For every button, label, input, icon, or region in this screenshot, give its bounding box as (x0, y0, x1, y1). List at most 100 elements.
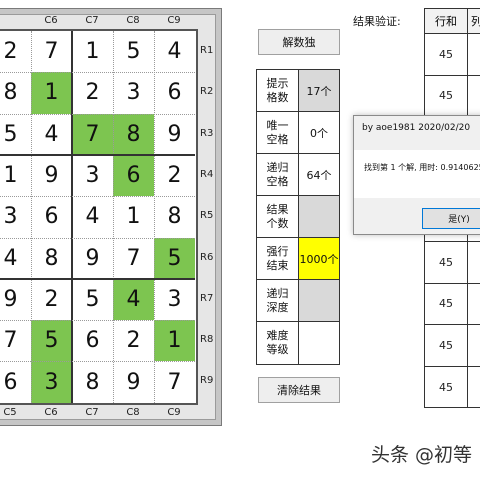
info-value[interactable]: 64个 (299, 154, 339, 195)
row-sum-cell[interactable]: 45 (425, 283, 468, 325)
sudoku-cell[interactable]: 9 (113, 361, 154, 402)
sudoku-cell[interactable]: 1 (154, 320, 195, 362)
clear-results-button[interactable]: 清除结果 (258, 377, 340, 403)
dialog-yes-button[interactable]: 是(Y) (422, 208, 480, 229)
info-value[interactable] (299, 196, 339, 237)
sudoku-cell[interactable]: 4 (0, 238, 31, 279)
row-sum-header: 行和 (425, 9, 468, 33)
sudoku-cell[interactable]: 1 (0, 155, 31, 196)
sudoku-cell[interactable]: 8 (154, 196, 195, 237)
column-label: C7 (85, 15, 99, 26)
column-sum-cell[interactable] (468, 242, 480, 283)
info-label: 递归深度 (257, 280, 299, 321)
sudoku-cell[interactable]: 2 (72, 72, 113, 113)
info-value[interactable] (299, 322, 339, 364)
grid-horizontal-line (0, 113, 195, 115)
watermark-text: 头条 @初等 (371, 444, 473, 466)
sudoku-cell[interactable]: 9 (154, 114, 195, 155)
column-sum-cell[interactable] (468, 325, 480, 366)
sudoku-cell[interactable]: 2 (0, 31, 31, 72)
verify-row: 45 (425, 325, 480, 367)
row-sum-cell[interactable]: 45 (425, 325, 468, 366)
column-label: C7 (85, 407, 99, 418)
sudoku-cell[interactable]: 7 (113, 238, 154, 279)
sudoku-cell[interactable]: 9 (72, 238, 113, 279)
verify-row: 45 (425, 241, 480, 284)
sudoku-cell[interactable]: 8 (0, 72, 31, 113)
column-label: C8 (126, 407, 140, 418)
sudoku-cell[interactable]: 4 (154, 31, 195, 72)
sudoku-cell[interactable]: 5 (31, 320, 72, 362)
sudoku-cell[interactable]: 4 (113, 278, 154, 321)
column-label: C5 (3, 407, 17, 418)
sudoku-cell[interactable]: 6 (0, 361, 31, 402)
sudoku-cell[interactable]: 1 (72, 31, 113, 72)
solve-sudoku-button[interactable]: 解数独 (258, 29, 340, 55)
verify-row: 45 (425, 366, 480, 409)
sudoku-cell[interactable]: 6 (31, 196, 72, 237)
info-value[interactable]: 1000个 (299, 238, 339, 279)
sudoku-cell[interactable]: 6 (72, 320, 113, 361)
grid-vertical-line (31, 31, 32, 403)
row-label: R9 (200, 375, 214, 387)
column-sum-cell[interactable] (468, 367, 480, 408)
sudoku-cell[interactable]: 5 (0, 114, 31, 155)
sudoku-cell[interactable]: 7 (31, 31, 72, 72)
dialog-body: 找到第 1 个解, 用时: 0.9140625 (354, 150, 480, 198)
info-label: 强行结束 (257, 238, 299, 279)
dialog-title: by aoe1981 2020/02/20 (362, 123, 471, 133)
sudoku-cell[interactable]: 2 (31, 279, 72, 320)
sudoku-cell[interactable]: 7 (72, 113, 113, 155)
sudoku-cell[interactable]: 3 (72, 155, 113, 196)
info-value[interactable] (299, 280, 339, 321)
row-sum-cell[interactable]: 45 (425, 241, 468, 283)
info-value[interactable]: 0个 (299, 112, 339, 153)
dialog-message: 找到第 1 个解, 用时: 0.9140625 (364, 163, 480, 172)
sudoku-cell[interactable]: 7 (0, 320, 31, 361)
sudoku-cell[interactable]: 3 (31, 361, 72, 403)
info-value[interactable]: 17个 (299, 70, 339, 111)
sudoku-cell[interactable]: 2 (154, 155, 195, 196)
column-sum-cell[interactable] (468, 284, 480, 325)
sudoku-cell[interactable]: 8 (31, 238, 72, 279)
grid-vertical-line (71, 31, 73, 403)
sudoku-cell[interactable]: 6 (113, 154, 154, 197)
column-sum-cell[interactable] (468, 76, 480, 117)
row-sum-cell[interactable]: 45 (425, 75, 468, 117)
sudoku-cell[interactable]: 4 (72, 196, 113, 237)
sudoku-cell[interactable]: 3 (154, 279, 195, 320)
sudoku-cell[interactable]: 7 (154, 361, 195, 402)
sudoku-cell[interactable]: 9 (0, 279, 31, 320)
sudoku-cell[interactable]: 2 (113, 320, 154, 361)
sudoku-cell[interactable]: 6 (154, 72, 195, 113)
row-label: R7 (200, 292, 214, 304)
verify-table-header: 行和 列 (425, 9, 480, 34)
row-sum-cell[interactable]: 45 (425, 366, 468, 408)
column-label: C8 (126, 15, 140, 26)
grid-horizontal-line (0, 320, 195, 322)
sudoku-cell[interactable]: 1 (31, 72, 72, 114)
row-label: R8 (200, 334, 214, 346)
sudoku-cell[interactable]: 3 (0, 196, 31, 237)
sudoku-cell[interactable]: 4 (31, 114, 72, 155)
info-label: 难度等级 (257, 322, 299, 364)
sudoku-cell[interactable]: 9 (31, 155, 72, 196)
info-label: 递归空格 (257, 154, 299, 195)
sudoku-cell[interactable]: 5 (72, 279, 113, 320)
message-dialog: by aoe1981 2020/02/20 找到第 1 个解, 用时: 0.91… (353, 115, 480, 235)
sudoku-cell[interactable]: 1 (113, 196, 154, 237)
sudoku-cell[interactable]: 8 (113, 113, 154, 155)
info-label: 唯一空格 (257, 112, 299, 153)
verify-label: 结果验证: (353, 15, 401, 28)
sudoku-cell[interactable]: 5 (154, 237, 195, 279)
sudoku-cell[interactable]: 5 (113, 31, 154, 72)
column-sum-header: 列 (468, 9, 480, 33)
column-sum-cell[interactable] (468, 34, 480, 75)
sudoku-cell[interactable]: 8 (72, 361, 113, 402)
row-label: R3 (200, 127, 214, 139)
info-table: 提示格数 17个 唯一空格 0个 递归空格 64个 结果个数 强行结束 1000个 递归深度 难度等… (256, 69, 340, 365)
row-sum-cell[interactable]: 45 (425, 34, 468, 75)
row-label: R2 (200, 86, 214, 98)
grid-vertical-line (154, 31, 155, 403)
sudoku-cell[interactable]: 3 (113, 72, 154, 113)
